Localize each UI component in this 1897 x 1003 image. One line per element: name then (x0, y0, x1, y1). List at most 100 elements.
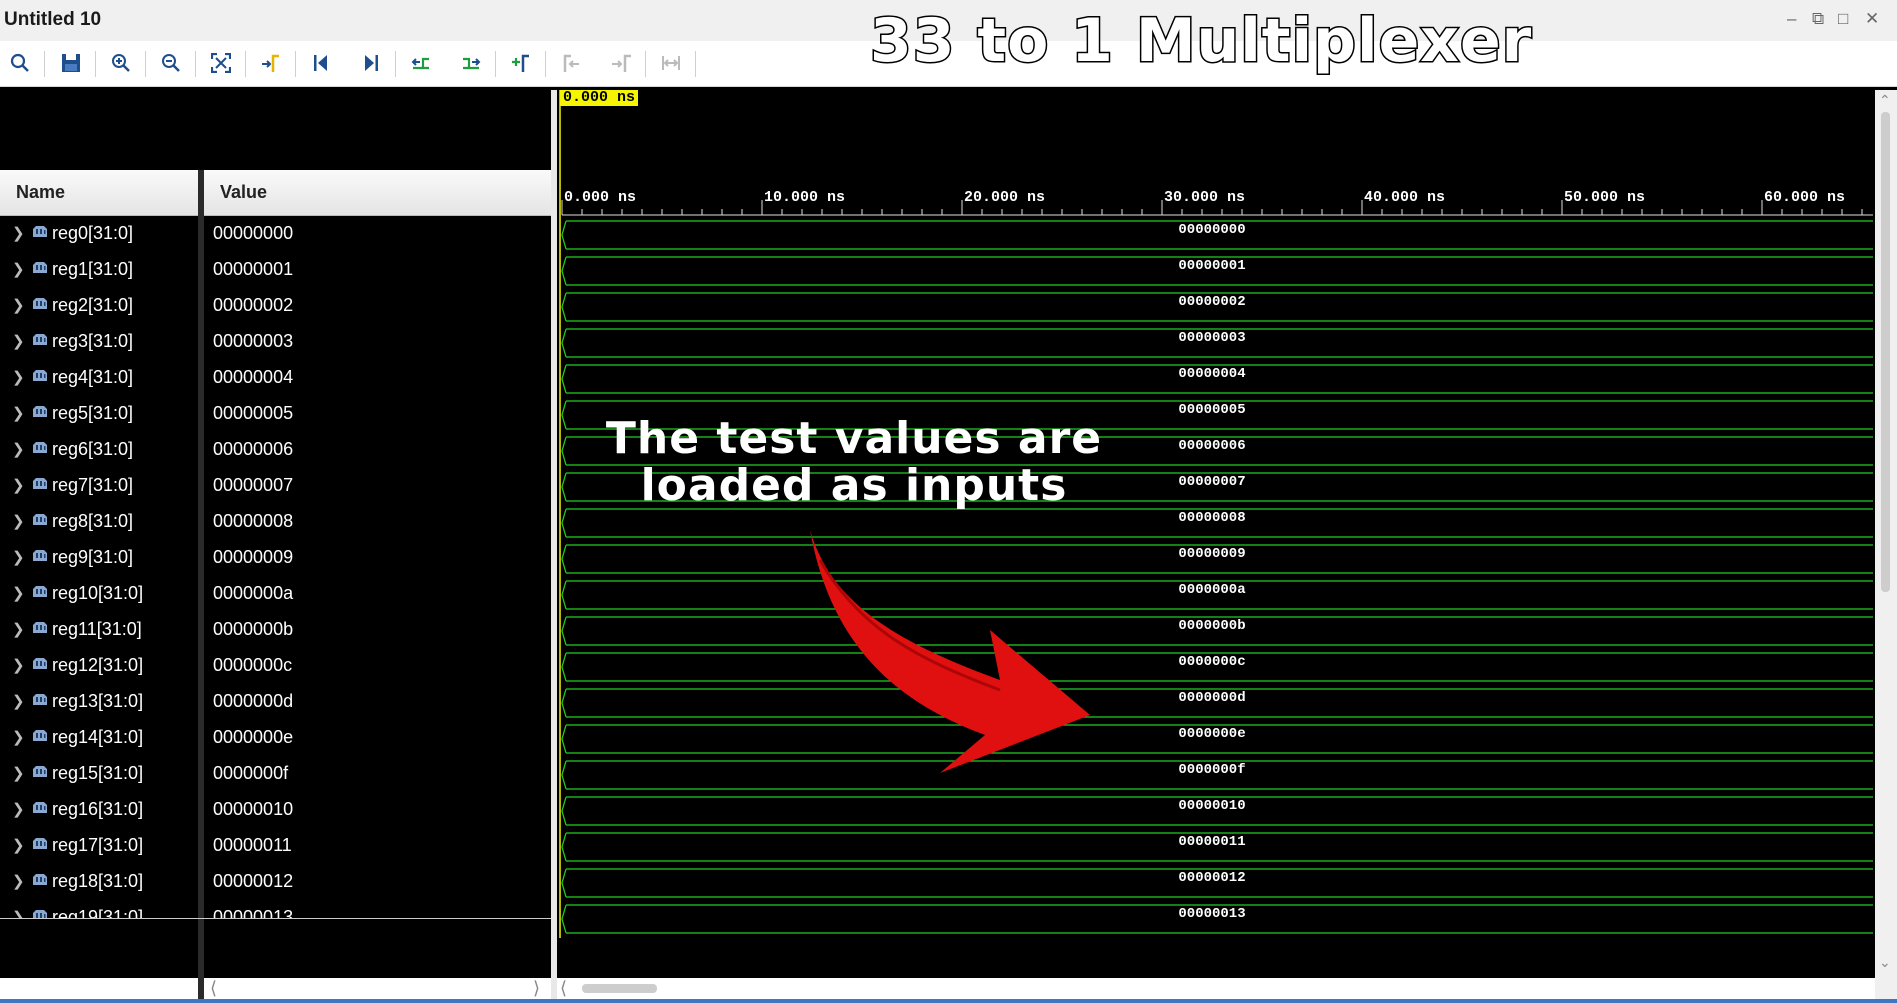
signal-row[interactable]: ❯ reg10[31:0] 0000000a (0, 575, 551, 611)
pane-divider (0, 918, 551, 919)
value-column-header[interactable]: Value (204, 170, 551, 216)
expand-chevron-icon[interactable]: ❯ (12, 728, 25, 746)
red-arrow-icon (810, 530, 1090, 773)
zoom-out-icon (162, 54, 180, 72)
scroll-down-icon[interactable]: ⌄ (1879, 954, 1891, 971)
expand-chevron-icon[interactable]: ❯ (12, 908, 25, 918)
vertical-scrollbar[interactable]: ⌃ ⌄ (1875, 90, 1897, 999)
expand-chevron-icon[interactable]: ❯ (12, 296, 25, 314)
signal-row[interactable]: ❯ reg0[31:0] 00000000 (0, 215, 551, 251)
expand-chevron-icon[interactable]: ❯ (12, 584, 25, 602)
zoom-out-button[interactable] (151, 41, 191, 86)
go-to-end-button[interactable] (351, 41, 391, 86)
name-hscrollbar[interactable] (0, 978, 198, 999)
expand-chevron-icon[interactable]: ❯ (12, 836, 25, 854)
zoom-fit-button[interactable] (201, 41, 241, 86)
vertical-scroll-thumb[interactable] (1881, 112, 1890, 592)
signal-row[interactable]: ❯ reg16[31:0] 00000010 (0, 791, 551, 827)
expand-chevron-icon[interactable]: ❯ (12, 404, 25, 422)
next-marker-button[interactable] (601, 41, 641, 86)
signal-name: reg6[31:0] (52, 439, 134, 459)
signal-name: reg5[31:0] (52, 403, 134, 423)
time-axis-label: 50.000 ns (1564, 189, 1645, 206)
bus-edge (561, 544, 567, 574)
signal-row[interactable]: ❯ reg14[31:0] 0000000e (0, 719, 551, 755)
bus-value-label: 00000003 (1178, 330, 1245, 346)
bus-value-label: 0000000d (1178, 690, 1245, 706)
expand-chevron-icon[interactable]: ❯ (12, 548, 25, 566)
signal-name: reg16[31:0] (52, 799, 144, 819)
expand-chevron-icon[interactable]: ❯ (12, 368, 25, 386)
expand-chevron-icon[interactable]: ❯ (12, 224, 25, 242)
expand-chevron-icon[interactable]: ❯ (12, 656, 25, 674)
bus-value-label: 0000000f (1178, 762, 1245, 778)
restore-icon[interactable]: ⧉ (1812, 9, 1824, 29)
previous-transition-button[interactable] (401, 41, 441, 86)
bus-signal-icon (33, 298, 47, 309)
expand-chevron-icon[interactable]: ❯ (12, 692, 25, 710)
signal-name: reg4[31:0] (52, 367, 134, 387)
expand-chevron-icon[interactable]: ❯ (12, 476, 25, 494)
bus-signal-icon (33, 802, 47, 813)
signal-row[interactable]: ❯ reg13[31:0] 0000000d (0, 683, 551, 719)
expand-chevron-icon[interactable]: ❯ (12, 872, 25, 890)
bus-signal-icon (33, 694, 47, 705)
zoom-in-button[interactable] (101, 41, 141, 86)
previous-marker-button[interactable] (551, 41, 591, 86)
name-column-header[interactable]: Name (0, 170, 198, 216)
scroll-left-icon[interactable]: ⟨ (210, 978, 217, 999)
go-to-cursor-button[interactable] (251, 41, 291, 86)
time-axis-label: 40.000 ns (1364, 189, 1445, 206)
expand-chevron-icon[interactable]: ❯ (12, 800, 25, 818)
expand-chevron-icon[interactable]: ❯ (12, 260, 25, 278)
add-marker-button[interactable] (501, 41, 541, 86)
signal-row[interactable]: ❯ reg2[31:0] 00000002 (0, 287, 551, 323)
expand-chevron-icon[interactable]: ❯ (12, 620, 25, 638)
cursor-time-label[interactable]: 0.000 ns (560, 90, 639, 106)
scroll-up-icon[interactable]: ⌃ (1879, 92, 1891, 109)
expand-chevron-icon[interactable]: ❯ (12, 764, 25, 782)
search-button[interactable] (0, 41, 40, 86)
scroll-right-icon[interactable]: ⟩ (533, 978, 540, 999)
signal-row[interactable]: ❯ reg7[31:0] 00000007 (0, 467, 551, 503)
close-icon[interactable]: ✕ (1865, 9, 1879, 29)
minimize-icon[interactable]: – (1787, 9, 1796, 29)
horizontal-scroll-thumb[interactable] (582, 984, 657, 993)
signal-row[interactable]: ❯ reg3[31:0] 00000003 (0, 323, 551, 359)
signal-row[interactable]: ❯ reg11[31:0] 0000000b (0, 611, 551, 647)
bus-edge (561, 472, 567, 502)
value-hscrollbar[interactable] (204, 978, 551, 999)
horizontal-scrollbar[interactable]: ⟨ (557, 978, 1875, 999)
expand-chevron-icon[interactable]: ❯ (12, 512, 25, 530)
bus-value-label: 00000004 (1178, 366, 1245, 382)
swap-cursors-button[interactable] (651, 41, 691, 86)
next-transition-button[interactable] (451, 41, 491, 86)
bus-signal-icon (33, 622, 47, 633)
signal-value: 0000000a (213, 583, 294, 603)
signal-name: reg0[31:0] (52, 223, 134, 243)
go-to-start-button[interactable] (301, 41, 341, 86)
signal-row[interactable]: ❯ reg9[31:0] 00000009 (0, 539, 551, 575)
signal-row[interactable]: ❯ reg17[31:0] 00000011 (0, 827, 551, 863)
signal-name: reg14[31:0] (52, 727, 144, 747)
signal-row[interactable]: ❯ reg12[31:0] 0000000c (0, 647, 551, 683)
signal-row[interactable]: ❯ reg5[31:0] 00000005 (0, 395, 551, 431)
signal-row[interactable]: ❯ reg1[31:0] 00000001 (0, 251, 551, 287)
save-button[interactable] (51, 41, 91, 86)
bus-signal-icon (33, 370, 47, 381)
signal-row[interactable]: ❯ reg19[31:0] 00000013 (0, 899, 551, 918)
scroll-left-icon[interactable]: ⟨ (560, 978, 567, 999)
signal-row[interactable]: ❯ reg4[31:0] 00000004 (0, 359, 551, 395)
time-axis-label: 20.000 ns (964, 189, 1045, 206)
signal-row[interactable]: ❯ reg18[31:0] 00000012 (0, 863, 551, 899)
signal-row[interactable]: ❯ reg6[31:0] 00000006 (0, 431, 551, 467)
expand-chevron-icon[interactable]: ❯ (12, 332, 25, 350)
signal-row[interactable]: ❯ reg8[31:0] 00000008 (0, 503, 551, 539)
window-title: Untitled 10 (4, 9, 102, 30)
bus-edge (561, 580, 567, 610)
maximize-icon[interactable]: □ (1838, 9, 1848, 29)
expand-chevron-icon[interactable]: ❯ (12, 440, 25, 458)
bus-edge (561, 652, 567, 682)
signal-row[interactable]: ❯ reg15[31:0] 0000000f (0, 755, 551, 791)
bus-edge (561, 724, 567, 754)
